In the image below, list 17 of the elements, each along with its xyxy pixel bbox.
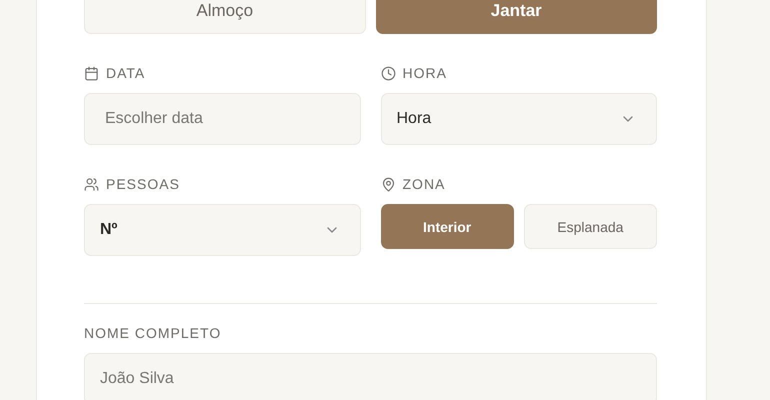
time-label: HORA [402, 65, 447, 81]
time-select[interactable]: Hora [380, 93, 657, 145]
people-icon [84, 176, 99, 192]
people-select[interactable]: Nº [84, 204, 360, 256]
zone-option-button[interactable]: Interior [380, 204, 514, 249]
full-name-field[interactable]: João Silva [84, 353, 657, 400]
calendar-icon [84, 66, 99, 80]
location-pin-icon [380, 176, 396, 192]
date-label: DATA [106, 65, 146, 81]
zone-label: ZONA [402, 176, 446, 192]
zone-option-button[interactable]: Esplanada [524, 204, 657, 249]
meal-option-button[interactable]: Almoço [84, 0, 366, 34]
full-name-label: NOME COMPLETO [84, 325, 222, 341]
meal-option-button[interactable]: Jantar [376, 0, 657, 34]
clock-icon [380, 66, 396, 80]
date-field[interactable]: Escolher data [84, 93, 360, 145]
people-label: PESSOAS [106, 176, 180, 192]
